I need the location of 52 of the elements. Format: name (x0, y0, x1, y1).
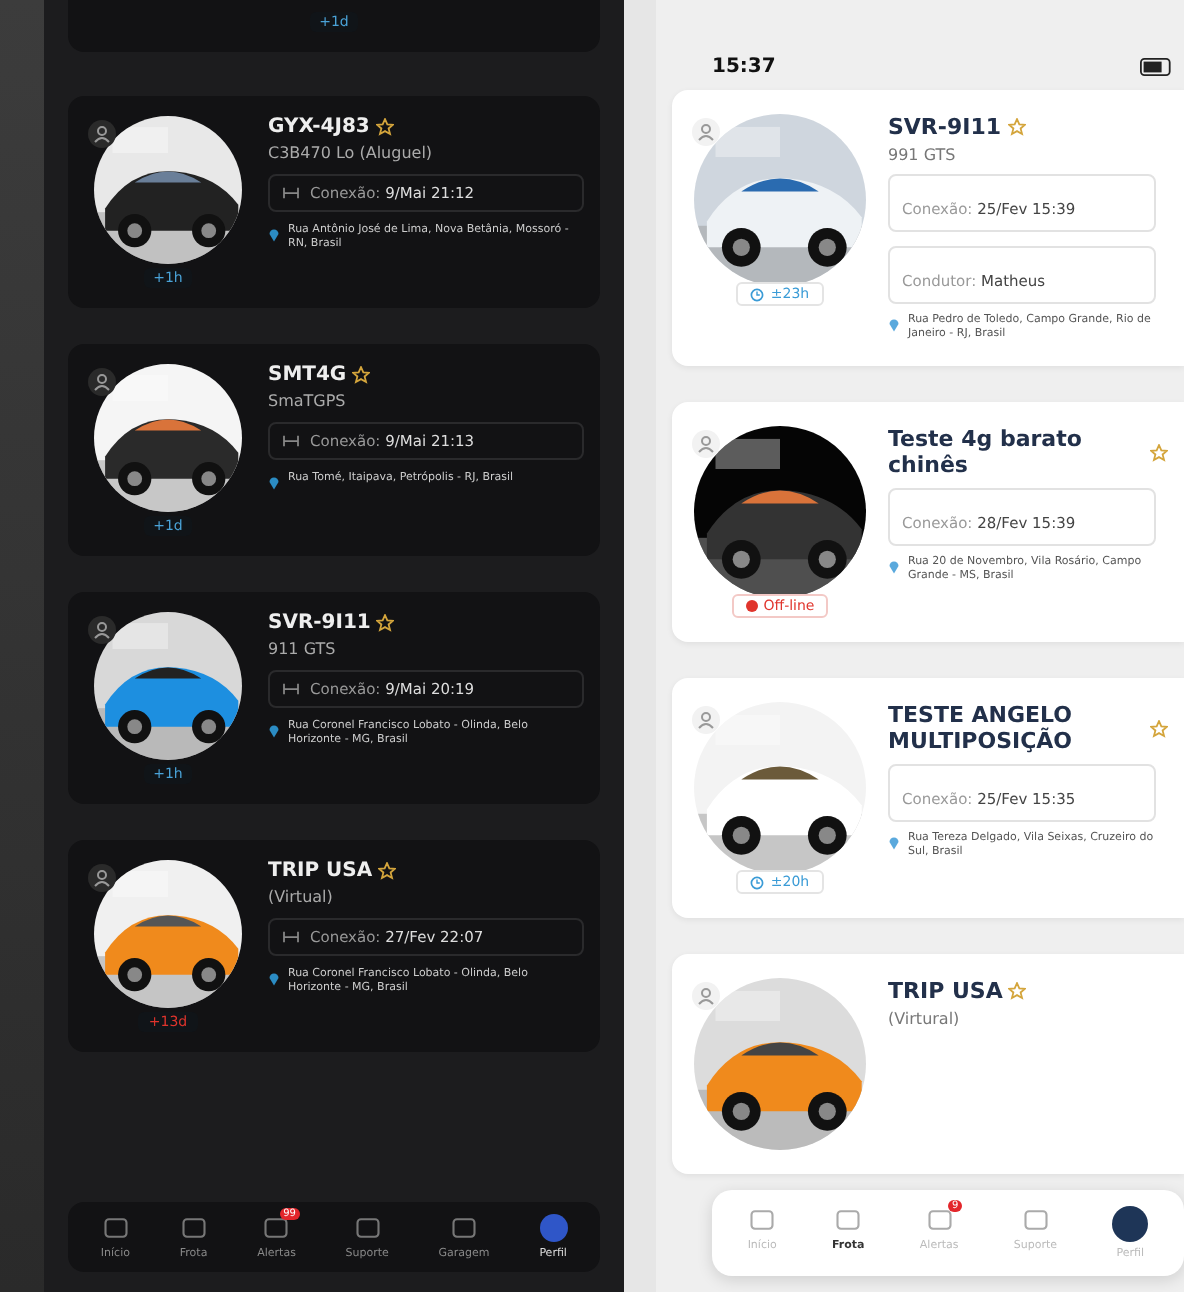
person-icon[interactable] (692, 430, 720, 459)
nav-icon (353, 1214, 382, 1242)
vehicle-plate: Teste 4g barato chinês (888, 426, 1084, 479)
avatar-icon (1112, 1206, 1149, 1242)
vehicle-card[interactable]: TRIP USA (Virtural) (672, 954, 1184, 1175)
pin-icon (268, 474, 280, 490)
avatar-icon (539, 1214, 568, 1242)
vehicle-plate: SMT4G (268, 364, 347, 386)
star-icon[interactable] (1008, 982, 1027, 1001)
nav-icon (101, 1214, 130, 1242)
status-time: 15:37 (712, 56, 776, 78)
pin-icon (268, 226, 280, 242)
vehicle-model: (Virtural) (888, 1010, 962, 1029)
pin-icon (888, 316, 900, 332)
person-icon[interactable] (88, 616, 116, 644)
vehicle-plate: TESTE ANGELO MULTIPOSIÇÃO (888, 702, 1075, 755)
vehicle-model: C3B470 Lo (Aluguel) (268, 144, 435, 162)
pin-icon (888, 834, 900, 851)
battery-icon (1140, 58, 1176, 76)
vehicle-model: 991 GTS (888, 146, 958, 164)
pin-icon (268, 722, 280, 738)
star-icon[interactable] (376, 614, 395, 632)
star-icon[interactable] (1007, 118, 1026, 136)
nav-icon (450, 1214, 478, 1242)
vehicle-model: 911 GTS (268, 640, 338, 658)
star-icon[interactable] (352, 366, 371, 384)
pin-icon (888, 558, 900, 575)
star-icon[interactable] (1150, 719, 1168, 738)
signal-icon (282, 186, 300, 200)
signal-icon (282, 434, 300, 448)
nav-icon (748, 1206, 777, 1234)
person-icon[interactable] (88, 368, 116, 396)
nav-icon (1021, 1206, 1050, 1234)
vehicle-plate: SVR-9I11 (888, 114, 1002, 140)
person-icon[interactable] (88, 120, 116, 148)
vehicle-plate: SVR-9I11 (268, 612, 371, 634)
nav-icon (925, 1206, 954, 1234)
nav-icon (834, 1206, 863, 1234)
pin-icon (268, 970, 280, 986)
star-icon[interactable] (378, 862, 397, 880)
vehicle-plate: TRIP USA (888, 978, 1003, 1005)
star-icon[interactable] (1150, 443, 1168, 462)
star-icon[interactable] (375, 118, 394, 136)
signal-icon (282, 682, 300, 696)
nav-icon (179, 1214, 208, 1242)
vehicle-plate: TRIP USA (268, 860, 373, 882)
vehicle-plate: GYX-4J83 (268, 116, 370, 138)
vehicle-model: (Virtual) (268, 888, 335, 906)
vehicle-model: SmaTGPS (268, 392, 348, 410)
person-icon[interactable] (88, 864, 116, 892)
signal-icon (282, 930, 300, 944)
nav-icon (262, 1214, 291, 1242)
